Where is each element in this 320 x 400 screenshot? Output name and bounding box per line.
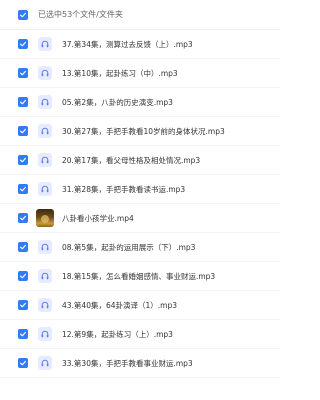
audio-file-icon bbox=[38, 182, 52, 196]
file-row[interactable]: 八卦看小孩学业.mp4 bbox=[0, 204, 280, 233]
check-icon bbox=[20, 360, 26, 366]
check-icon bbox=[20, 41, 26, 47]
check-icon bbox=[20, 128, 26, 134]
audio-file-icon bbox=[38, 269, 52, 283]
check-icon bbox=[20, 215, 26, 221]
headphones-icon bbox=[41, 330, 49, 338]
check-icon bbox=[20, 331, 26, 337]
file-checkbox[interactable] bbox=[18, 271, 28, 281]
headphones-icon bbox=[41, 98, 49, 106]
audio-file-icon bbox=[38, 356, 52, 370]
video-thumbnail bbox=[36, 209, 54, 227]
file-checkbox[interactable] bbox=[18, 184, 28, 194]
audio-file-icon bbox=[38, 240, 52, 254]
file-checkbox[interactable] bbox=[18, 68, 28, 78]
file-checkbox[interactable] bbox=[18, 155, 28, 165]
headphones-icon bbox=[41, 127, 49, 135]
file-name: 08.第5集，起卦的运用展示（下）.mp3 bbox=[62, 242, 196, 252]
headphones-icon bbox=[41, 185, 49, 193]
file-name: 30.第27集，手把手教看10岁前的身体状况.mp3 bbox=[62, 126, 225, 136]
check-icon bbox=[20, 12, 26, 17]
file-row[interactable]: 05.第2集，八卦的历史演变.mp3 bbox=[0, 88, 280, 117]
check-icon bbox=[20, 70, 26, 76]
file-checkbox[interactable] bbox=[18, 126, 28, 136]
file-checkbox[interactable] bbox=[18, 39, 28, 49]
headphones-icon bbox=[41, 243, 49, 251]
headphones-icon bbox=[41, 40, 49, 48]
file-checkbox[interactable] bbox=[18, 242, 28, 252]
select-all-checkbox[interactable] bbox=[18, 9, 28, 20]
file-checkbox[interactable] bbox=[18, 329, 28, 339]
check-icon bbox=[20, 273, 26, 279]
file-row[interactable]: 43.第40集，64卦演译（1）.mp3 bbox=[0, 291, 280, 320]
file-row[interactable]: 30.第27集，手把手教看10岁前的身体状况.mp3 bbox=[0, 117, 280, 146]
file-list: 37.第34集，测算过去反馈（上）.mp3 13.第10集，起卦练习（中）.mp3… bbox=[0, 30, 280, 378]
check-icon bbox=[20, 186, 26, 192]
audio-file-icon bbox=[38, 298, 52, 312]
file-name: 05.第2集，八卦的历史演变.mp3 bbox=[62, 97, 173, 107]
audio-file-icon bbox=[38, 37, 52, 51]
headphones-icon bbox=[41, 156, 49, 164]
file-name: 13.第10集，起卦练习（中）.mp3 bbox=[62, 68, 178, 78]
file-name: 43.第40集，64卦演译（1）.mp3 bbox=[62, 300, 178, 310]
check-icon bbox=[20, 157, 26, 163]
audio-file-icon bbox=[38, 95, 52, 109]
file-checkbox[interactable] bbox=[18, 213, 28, 223]
check-icon bbox=[20, 302, 26, 308]
headphones-icon bbox=[41, 301, 49, 309]
audio-file-icon bbox=[38, 153, 52, 167]
file-row[interactable]: 37.第34集，测算过去反馈（上）.mp3 bbox=[0, 30, 280, 59]
selected-count-label: 已选中53个文件/文件夹 bbox=[38, 10, 123, 19]
file-row[interactable]: 12.第9集，起卦练习（上）.mp3 bbox=[0, 320, 280, 349]
file-row[interactable]: 33.第30集，手把手教看事业财运.mp3 bbox=[0, 349, 280, 378]
check-icon bbox=[20, 99, 26, 105]
file-name: 33.第30集，手把手教看事业财运.mp3 bbox=[62, 358, 193, 368]
selection-header: 已选中53个文件/文件夹 bbox=[0, 0, 280, 30]
audio-file-icon bbox=[38, 66, 52, 80]
file-name: 31.第28集，手把手教看读书运.mp3 bbox=[62, 184, 186, 194]
file-name: 18.第15集，怎么看婚姻感情、事业财运.mp3 bbox=[62, 271, 216, 281]
file-checkbox[interactable] bbox=[18, 300, 28, 310]
file-row[interactable]: 08.第5集，起卦的运用展示（下）.mp3 bbox=[0, 233, 280, 262]
headphones-icon bbox=[41, 359, 49, 367]
file-name: 12.第9集，起卦练习（上）.mp3 bbox=[62, 329, 173, 339]
check-icon bbox=[20, 244, 26, 250]
file-row[interactable]: 20.第17集，看父母性格及相处情况.mp3 bbox=[0, 146, 280, 175]
file-row[interactable]: 18.第15集，怎么看婚姻感情、事业财运.mp3 bbox=[0, 262, 280, 291]
file-name: 37.第34集，测算过去反馈（上）.mp3 bbox=[62, 39, 193, 49]
audio-file-icon bbox=[38, 124, 52, 138]
file-row[interactable]: 31.第28集，手把手教看读书运.mp3 bbox=[0, 175, 280, 204]
audio-file-icon bbox=[38, 327, 52, 341]
file-row[interactable]: 13.第10集，起卦练习（中）.mp3 bbox=[0, 59, 280, 88]
file-checkbox[interactable] bbox=[18, 358, 28, 368]
file-checkbox[interactable] bbox=[18, 97, 28, 107]
file-name: 20.第17集，看父母性格及相处情况.mp3 bbox=[62, 155, 201, 165]
headphones-icon bbox=[41, 69, 49, 77]
file-name: 八卦看小孩学业.mp4 bbox=[62, 213, 134, 223]
headphones-icon bbox=[41, 272, 49, 280]
